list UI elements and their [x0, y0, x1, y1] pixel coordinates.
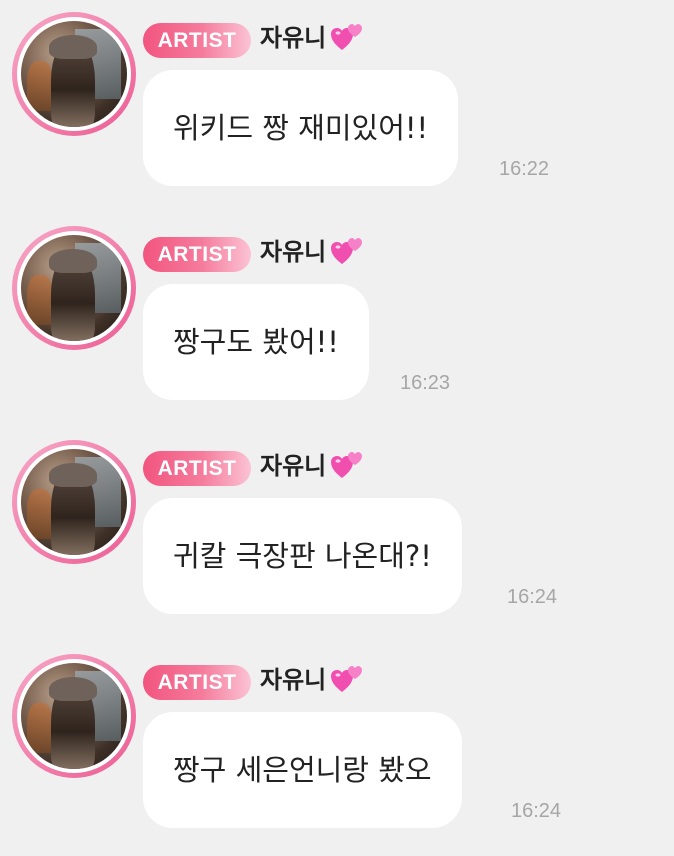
message-bubble[interactable]: 위키드 짱 재미있어!! — [143, 70, 459, 186]
message-bubble[interactable]: 짱구도 봤어!! — [143, 284, 369, 400]
sender-name[interactable]: 자유니 — [260, 662, 326, 698]
sender-name[interactable]: 자유니 — [260, 234, 326, 270]
avatar[interactable] — [12, 654, 136, 778]
avatar-photo — [21, 449, 127, 555]
two-hearts-icon — [331, 666, 362, 692]
chat-message: ARTIST 자유니 귀칼 극장판 나온대?! 16:24 — [0, 428, 674, 642]
avatar-photo — [21, 663, 127, 769]
chat-message: ARTIST 자유니 위키드 짱 재미있어!! 16:22 — [0, 0, 674, 214]
avatar[interactable] — [12, 440, 136, 564]
avatar[interactable] — [12, 12, 136, 136]
avatar-photo — [21, 21, 127, 127]
timestamp: 16:23 — [400, 372, 451, 394]
sender-name[interactable]: 자유니 — [260, 448, 326, 484]
timestamp: 16:24 — [511, 800, 562, 822]
two-hearts-icon — [331, 24, 362, 50]
two-hearts-icon — [331, 238, 362, 264]
chat-message: ARTIST 자유니 짱구 세은언니랑 봤오 16:24 — [0, 642, 674, 856]
timestamp: 16:24 — [507, 586, 558, 608]
artist-badge: ARTIST — [143, 23, 251, 58]
message-bubble[interactable]: 귀칼 극장판 나온대?! — [143, 498, 462, 614]
chat-message: ARTIST 자유니 짱구도 봤어!! 16:23 — [0, 214, 674, 428]
avatar-photo — [21, 235, 127, 341]
artist-badge: ARTIST — [143, 451, 251, 486]
artist-badge: ARTIST — [143, 665, 251, 700]
sender-name[interactable]: 자유니 — [260, 20, 326, 56]
message-bubble[interactable]: 짱구 세은언니랑 봤오 — [143, 712, 462, 828]
timestamp: 16:22 — [499, 158, 550, 180]
avatar[interactable] — [12, 226, 136, 350]
artist-badge: ARTIST — [143, 237, 251, 272]
two-hearts-icon — [331, 452, 362, 478]
